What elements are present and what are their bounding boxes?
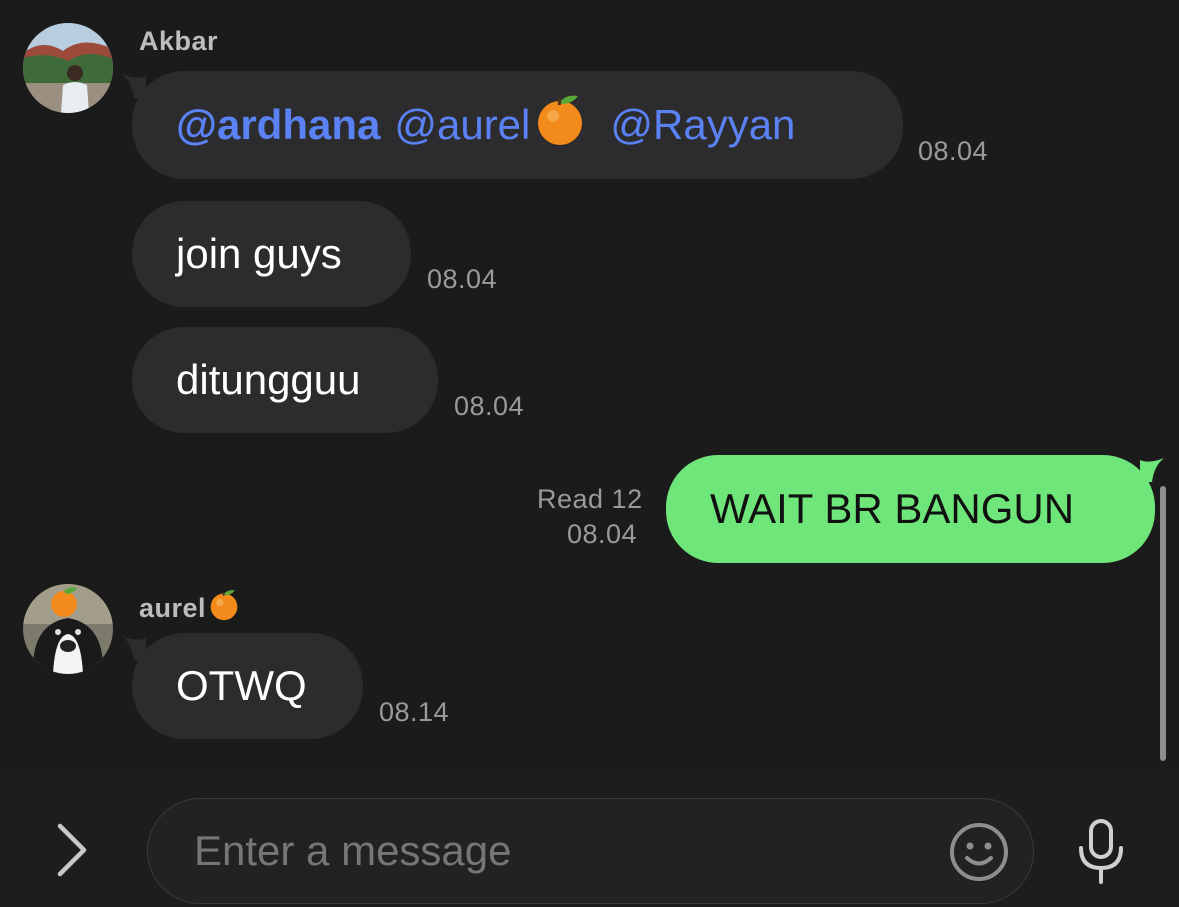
mention-ardhana[interactable]: @ardhana	[176, 101, 380, 149]
microphone-icon[interactable]	[1072, 818, 1130, 886]
message-timestamp: 08.14	[379, 697, 450, 727]
avatar-aurel[interactable]	[23, 584, 113, 674]
scrollbar[interactable]	[1160, 486, 1166, 761]
message-input-container[interactable]	[147, 798, 1034, 904]
message-timestamp: 08.04	[918, 136, 989, 166]
message-bubble[interactable]: ditungguu	[132, 327, 438, 433]
read-receipt: Read 12	[537, 484, 643, 514]
message-bubble-mentions[interactable]: @ardhana @aurel @Rayyan	[132, 71, 903, 179]
chevron-right-icon[interactable]	[50, 820, 94, 880]
message-timestamp: 08.04	[567, 519, 638, 549]
tangerine-emoji	[208, 588, 240, 629]
sender-name-text: aurel	[139, 593, 207, 623]
avatar-akbar[interactable]	[23, 23, 113, 113]
message-composer	[0, 770, 1179, 907]
message-timestamp: 08.04	[454, 391, 525, 421]
outgoing-message-bubble[interactable]: WAIT BR BANGUN	[666, 455, 1155, 563]
mention-aurel[interactable]: @aurel	[394, 101, 530, 149]
sender-name-aurel: aurel	[139, 588, 240, 629]
message-input[interactable]	[192, 819, 936, 883]
mention-rayyan[interactable]: @Rayyan	[610, 101, 795, 149]
message-timestamp: 08.04	[427, 264, 498, 294]
tangerine-emoji	[534, 92, 586, 158]
sender-name-akbar: Akbar	[139, 26, 219, 56]
message-bubble[interactable]: join guys	[132, 201, 411, 307]
smiley-icon[interactable]	[948, 821, 1010, 883]
chat-history[interactable]: Akbar @ardhana @aurel @Rayyan 08.04 join…	[0, 0, 1179, 770]
bubble-tail	[1140, 458, 1164, 482]
message-bubble[interactable]: OTWQ	[132, 633, 363, 739]
